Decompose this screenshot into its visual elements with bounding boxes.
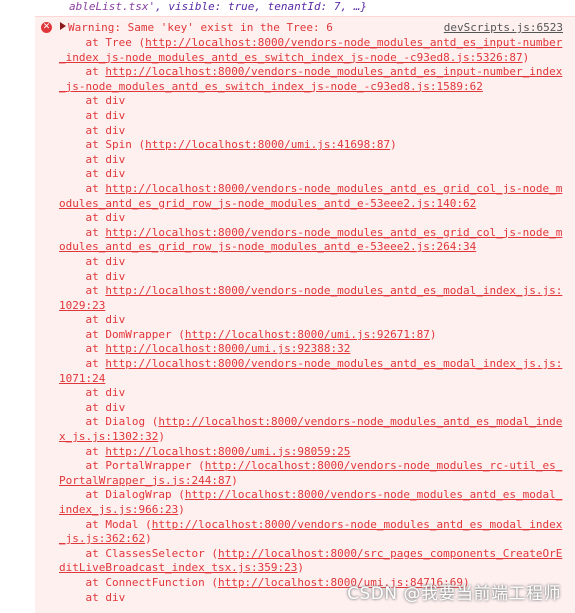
frame-at-label: at — [59, 459, 106, 473]
frame-at-label: at — [59, 400, 106, 414]
stack-frame: at div — [59, 255, 564, 270]
frame-function: div — [105, 108, 126, 122]
frame-at-label: at — [59, 415, 106, 429]
stack-frame: at div — [59, 401, 564, 416]
frame-url-link[interactable]: http://localhost:8000/vendors-node_modul… — [59, 182, 562, 210]
stack-frame: at div — [59, 167, 564, 182]
stack-frame: at http://localhost:8000/umi.js:98059:25 — [59, 445, 564, 460]
frame-at-label: at — [59, 152, 106, 166]
stack-trace: at Tree (http://localhost:8000/vendors-n… — [59, 36, 564, 605]
stack-frame: at http://localhost:8000/vendors-node_mo… — [59, 182, 564, 211]
stack-frame: at DomWrapper (http://localhost:8000/umi… — [59, 327, 437, 341]
frame-function: ClassesSelector — [105, 546, 205, 560]
frame-function: PortalWrapper — [105, 459, 192, 473]
stack-frame: at div — [59, 109, 564, 124]
stack-frame: at ClassesSelector (http://localhost:800… — [59, 546, 563, 575]
stack-frame: at http://localhost:8000/vendors-node_mo… — [59, 357, 564, 386]
stack-frame: at div — [59, 211, 564, 226]
stack-frame: at http://localhost:8000/vendors-node_mo… — [59, 65, 564, 94]
frame-function: Spin — [105, 138, 132, 152]
stack-frame: at http://localhost:8000/vendors-node_mo… — [59, 226, 564, 255]
frame-url-link[interactable]: http://localhost:8000/vendors-node_modul… — [59, 65, 562, 93]
error-message: ✕ Warning: Same 'key' exist in the Tree:… — [35, 16, 575, 613]
frame-function: DialogWrap — [105, 488, 172, 502]
frame-function: div — [105, 400, 126, 414]
frame-at-label: at — [59, 546, 106, 560]
console-gutter — [0, 0, 35, 612]
frame-at-label: at — [59, 444, 106, 458]
frame-url-link[interactable]: http://localhost:8000/vendors-node_modul… — [59, 226, 562, 254]
frame-at-label: at — [59, 517, 106, 531]
frame-url-link[interactable]: http://localhost:8000/vendors-node_modul… — [59, 36, 562, 64]
watermark: CSDN @我要当前端工程师 — [347, 584, 561, 604]
frame-at-label: at — [59, 254, 106, 268]
frame-function: div — [105, 123, 126, 137]
frame-function: div — [105, 269, 126, 283]
frame-function: div — [105, 167, 126, 181]
frame-function: DomWrapper — [105, 327, 172, 341]
frame-function: div — [105, 590, 126, 604]
frame-url-link[interactable]: http://localhost:8000/umi.js:98059:25 — [105, 445, 350, 458]
frame-at-label: at — [59, 284, 106, 298]
frame-at-label: at — [59, 108, 106, 122]
stack-frame: at div — [59, 94, 564, 109]
frame-at-label: at — [59, 269, 106, 283]
frame-url-link[interactable]: http://localhost:8000/vendors-node_modul… — [59, 357, 562, 385]
frame-at-label: at — [59, 313, 106, 327]
frame-function: div — [105, 94, 126, 108]
stack-frame: at DialogWrap (http://localhost:8000/ven… — [59, 488, 563, 516]
frame-function: Modal — [105, 517, 139, 531]
previous-log-text: ableList.tsx', visible: true, tenantId: … — [69, 0, 368, 13]
stack-frame: at div — [59, 313, 564, 328]
stack-frame: at PortalWrapper (http://localhost:8000/… — [59, 459, 563, 487]
stack-frame: at http://localhost:8000/vendors-node_mo… — [59, 284, 564, 313]
frame-at-label: at — [59, 327, 106, 341]
stack-frame: at Modal (http://localhost:8000/vendors-… — [59, 517, 563, 546]
frame-at-label: at — [59, 386, 106, 400]
stack-frame: at Tree (http://localhost:8000/vendors-n… — [59, 36, 563, 64]
stack-frame: at div — [59, 124, 564, 139]
frame-function: ConnectFunction — [105, 575, 205, 589]
error-headline[interactable]: Warning: Same 'key' exist in the Tree: 6 — [68, 21, 333, 35]
error-circle-icon: ✕ — [41, 22, 52, 33]
frame-at-label: at — [59, 123, 106, 137]
stack-frame: at http://localhost:8000/umi.js:92388:32 — [59, 342, 564, 357]
frame-at-label: at — [59, 167, 106, 181]
devtools-console: ableList.tsx', visible: true, tenantId: … — [0, 0, 575, 613]
frame-function: div — [105, 254, 126, 268]
source-link[interactable]: devScripts.js:6523 — [444, 21, 563, 35]
frame-function: div — [105, 386, 126, 400]
frame-at-label: at — [59, 590, 106, 604]
frame-url-link[interactable]: http://localhost:8000/umi.js:92388:32 — [105, 342, 350, 355]
frame-function: Dialog — [105, 415, 146, 429]
previous-log-line[interactable]: ableList.tsx', visible: true, tenantId: … — [35, 0, 563, 17]
frame-function: div — [105, 152, 126, 166]
stack-frame: at Spin (http://localhost:8000/umi.js:41… — [59, 138, 397, 152]
frame-at-label: at — [59, 488, 106, 502]
frame-at-label: at — [59, 357, 106, 371]
frame-function: div — [105, 313, 126, 327]
frame-at-label: at — [59, 36, 106, 49]
frame-at-label: at — [59, 94, 106, 108]
frame-url-link[interactable]: http://localhost:8000/umi.js:41698:87 — [145, 138, 390, 151]
stack-frame: at Dialog (http://localhost:8000/vendors… — [59, 415, 563, 444]
frame-at-label: at — [59, 181, 106, 195]
frame-url-link[interactable]: http://localhost:8000/umi.js:92671:87 — [185, 328, 430, 341]
frame-at-label: at — [59, 575, 106, 589]
frame-function: div — [105, 211, 126, 225]
expand-triangle-icon[interactable] — [60, 22, 66, 30]
frame-at-label: at — [59, 211, 106, 225]
stack-frame: at div — [59, 386, 564, 401]
frame-at-label: at — [59, 65, 106, 79]
frame-at-label: at — [59, 138, 106, 152]
stack-frame: at div — [59, 153, 564, 168]
frame-url-link[interactable]: http://localhost:8000/vendors-node_modul… — [59, 284, 562, 312]
frame-function: Tree — [105, 36, 132, 49]
frame-at-label: at — [59, 342, 106, 356]
frame-at-label: at — [59, 225, 106, 239]
stack-frame: at div — [59, 270, 564, 285]
